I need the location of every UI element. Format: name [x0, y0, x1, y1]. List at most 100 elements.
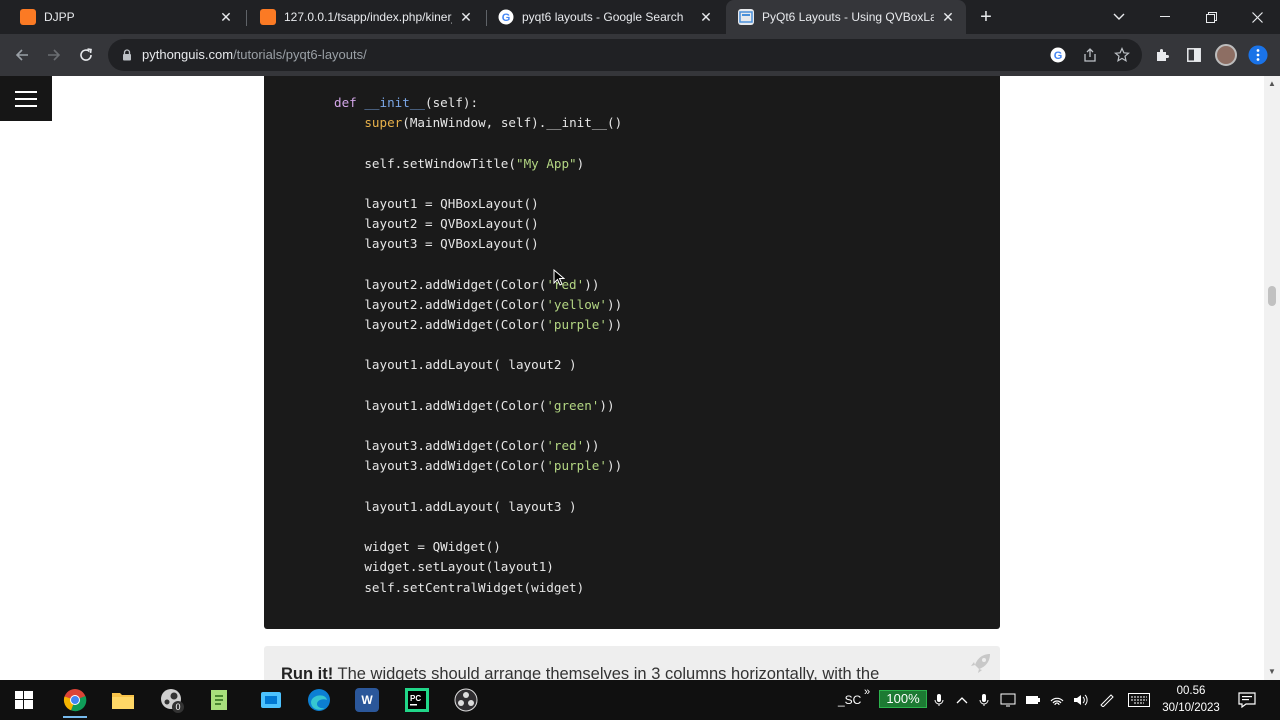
- code-line: super(MainWindow, self).__init__(): [364, 115, 623, 131]
- notification-badge: 0: [172, 701, 184, 713]
- volume-icon[interactable]: [1073, 680, 1089, 720]
- tab-title: PyQt6 Layouts - Using QVBoxLay: [762, 10, 934, 24]
- google-icon: G: [498, 9, 514, 25]
- close-icon[interactable]: ✕: [218, 9, 234, 25]
- run-it-text: Run it! The widgets should arrange thems…: [281, 665, 880, 680]
- steam-icon[interactable]: 0: [152, 684, 192, 716]
- forward-icon[interactable]: [42, 43, 66, 67]
- pycharm-icon[interactable]: PC: [397, 684, 437, 716]
- language-indicator[interactable]: _SC: [838, 680, 861, 720]
- pythonguis-icon: [738, 9, 754, 25]
- back-icon[interactable]: [10, 43, 34, 67]
- page-content: def __init__(self): super(MainWindow, se…: [0, 76, 1280, 680]
- tab-localhost[interactable]: 127.0.0.1/tsapp/index.php/kinerj ✕: [248, 0, 484, 34]
- minimize-icon[interactable]: [1142, 0, 1188, 34]
- tab-title: DJPP: [44, 10, 75, 24]
- tray-overflow-icon[interactable]: »: [864, 672, 870, 712]
- extensions-icon[interactable]: [1152, 45, 1172, 65]
- restore-icon[interactable]: [1188, 0, 1234, 34]
- close-icon[interactable]: ✕: [940, 9, 956, 25]
- scroll-down-icon[interactable]: ▼: [1268, 668, 1276, 676]
- wifi-icon[interactable]: [1049, 680, 1065, 720]
- side-panel-icon[interactable]: [1184, 45, 1204, 65]
- code-line: self.setCentralWidget(widget): [334, 579, 585, 595]
- new-tab-icon[interactable]: +: [976, 7, 996, 27]
- system-clock[interactable]: 00.56 30/10/2023: [1150, 683, 1232, 717]
- code-line: def __init__(self):: [334, 95, 479, 110]
- code-line: layout3.addWidget(Color('red')): [334, 438, 600, 454]
- screen-share-icon[interactable]: [1000, 680, 1016, 720]
- code-line: layout2 = QVBoxLayout(): [334, 216, 539, 232]
- google-lens-icon[interactable]: G: [1048, 45, 1068, 65]
- code-line: layout1.addLayout( layout2 ): [334, 357, 577, 373]
- battery-percentage[interactable]: 100%: [879, 690, 927, 708]
- tab-djpp[interactable]: DJPP ✕: [8, 0, 244, 34]
- bookmark-star-icon[interactable]: [1112, 45, 1132, 65]
- notepad-plus-plus-icon[interactable]: [200, 684, 240, 716]
- code-text: def __init__(self): super(MainWindow, se…: [334, 93, 622, 598]
- tab-google-search[interactable]: G pyqt6 layouts - Google Search ✕: [486, 0, 724, 34]
- tab-title: pyqt6 layouts - Google Search: [522, 10, 684, 24]
- reload-icon[interactable]: [74, 43, 98, 67]
- url-text: pythonguis.com/tutorials/pyqt6-layouts/: [142, 47, 367, 62]
- scrollbar-thumb[interactable]: [1268, 286, 1276, 306]
- clock-time: 00.56: [1176, 685, 1206, 697]
- keyboard-icon[interactable]: [1128, 680, 1150, 720]
- svg-text:G: G: [502, 12, 511, 24]
- start-icon[interactable]: [4, 684, 44, 716]
- rocket-icon: [968, 650, 994, 676]
- lock-icon[interactable]: [122, 48, 132, 61]
- code-line: layout2.addWidget(Color('purple')): [334, 317, 623, 333]
- code-line: layout1.addLayout( layout3 ): [334, 498, 577, 514]
- svg-text:G: G: [1054, 50, 1063, 62]
- chrome-icon[interactable]: [55, 684, 95, 718]
- edge-icon[interactable]: [299, 684, 339, 716]
- file-explorer-icon[interactable]: [103, 684, 143, 716]
- tab-pyqt6-layouts[interactable]: PyQt6 Layouts - Using QVBoxLay ✕: [726, 0, 966, 34]
- xampp-icon: [260, 9, 276, 25]
- code-line: layout3.addWidget(Color('purple')): [334, 458, 623, 474]
- code-line: layout1.addWidget(Color('green')): [334, 397, 615, 413]
- pen-icon[interactable]: [1099, 680, 1115, 720]
- hamburger-menu-icon[interactable]: [0, 76, 52, 121]
- profile-avatar[interactable]: [1215, 44, 1237, 66]
- microphone-icon[interactable]: [934, 680, 944, 720]
- show-hidden-icons-chevron[interactable]: [956, 680, 968, 720]
- battery-icon[interactable]: [1025, 680, 1041, 720]
- xampp-icon: [20, 9, 36, 25]
- notification-center-icon[interactable]: [1238, 680, 1256, 720]
- code-line: layout2.addWidget(Color('yellow')): [334, 296, 623, 312]
- close-icon[interactable]: ✕: [458, 9, 474, 25]
- share-icon[interactable]: [1080, 45, 1100, 65]
- address-bar[interactable]: pythonguis.com/tutorials/pyqt6-layouts/ …: [108, 39, 1142, 71]
- run-it-callout: Run it! The widgets should arrange thems…: [264, 646, 1000, 680]
- svg-text:PC: PC: [410, 694, 421, 703]
- chrome-menu-icon[interactable]: [1248, 45, 1268, 65]
- scroll-up-icon[interactable]: ▲: [1268, 80, 1276, 88]
- code-line: self.setWindowTitle("My App"): [334, 155, 585, 171]
- code-line: widget.setLayout(layout1): [334, 559, 554, 575]
- close-icon[interactable]: ✕: [698, 9, 714, 25]
- windows-taskbar: 0 W PC _SC » 100% 00.56 30/10/2023: [0, 680, 1280, 720]
- tab-title: 127.0.0.1/tsapp/index.php/kinerj: [284, 10, 452, 24]
- code-line: widget = QWidget(): [334, 539, 501, 555]
- mic-tray-icon[interactable]: [979, 680, 989, 720]
- browser-toolbar: pythonguis.com/tutorials/pyqt6-layouts/ …: [0, 34, 1280, 76]
- clock-date: 30/10/2023: [1162, 702, 1220, 714]
- mouse-cursor-icon: [553, 269, 565, 286]
- code-line: layout1 = QHBoxLayout(): [334, 195, 539, 211]
- tab-search-chevron-icon[interactable]: [1096, 0, 1142, 34]
- close-window-icon[interactable]: [1234, 0, 1280, 34]
- word-icon[interactable]: W: [347, 684, 387, 716]
- obs-icon[interactable]: [446, 684, 486, 716]
- vertical-scrollbar[interactable]: ▲ ▼: [1264, 76, 1280, 680]
- snipping-tool-icon[interactable]: [251, 684, 291, 716]
